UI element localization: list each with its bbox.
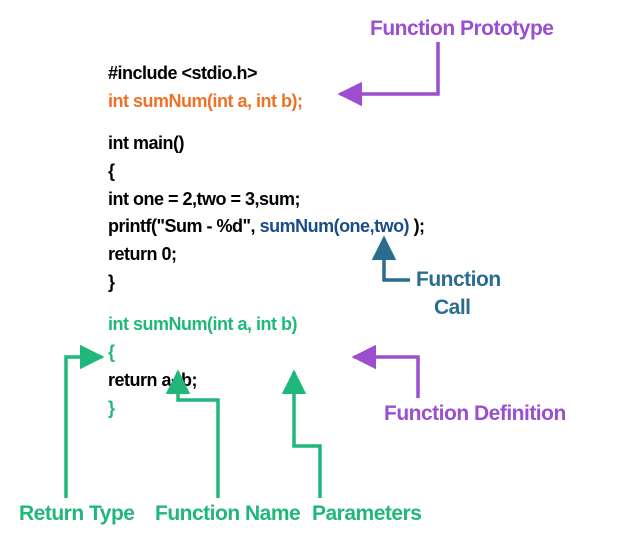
code-block: #include <stdio.h> int sumNum(int a, int… [108, 60, 425, 423]
label-function-name: Function Name [155, 502, 300, 526]
code-brace-close: } [108, 269, 425, 297]
code-def-sig: int sumNum(int a, int b) [108, 311, 425, 339]
arrow-return-type [66, 357, 102, 498]
code-main-sig: int main() [108, 130, 425, 158]
label-definition: Function Definition [384, 402, 566, 426]
code-decl: int one = 2,two = 3,sum; [108, 186, 425, 214]
label-call-b: Call [434, 296, 471, 320]
code-prototype: int sumNum(int a, int b); [108, 88, 425, 116]
label-parameters: Parameters [312, 502, 421, 526]
code-return0: return 0; [108, 241, 425, 269]
code-printf-pre: printf("Sum - %d", [108, 216, 260, 236]
code-printf-post: ); [409, 216, 425, 236]
code-include: #include <stdio.h> [108, 60, 425, 88]
label-prototype: Function Prototype [370, 17, 554, 41]
code-printf: printf("Sum - %d", sumNum(one,two) ); [108, 213, 425, 241]
code-def-open: { [108, 339, 425, 367]
code-brace-open: { [108, 158, 425, 186]
label-call-a: Function [416, 268, 501, 292]
code-def-close: } [108, 395, 425, 423]
code-return-expr: return a+b; [108, 367, 425, 395]
label-return-type: Return Type [19, 502, 134, 526]
code-call: sumNum(one,two) [260, 216, 410, 236]
